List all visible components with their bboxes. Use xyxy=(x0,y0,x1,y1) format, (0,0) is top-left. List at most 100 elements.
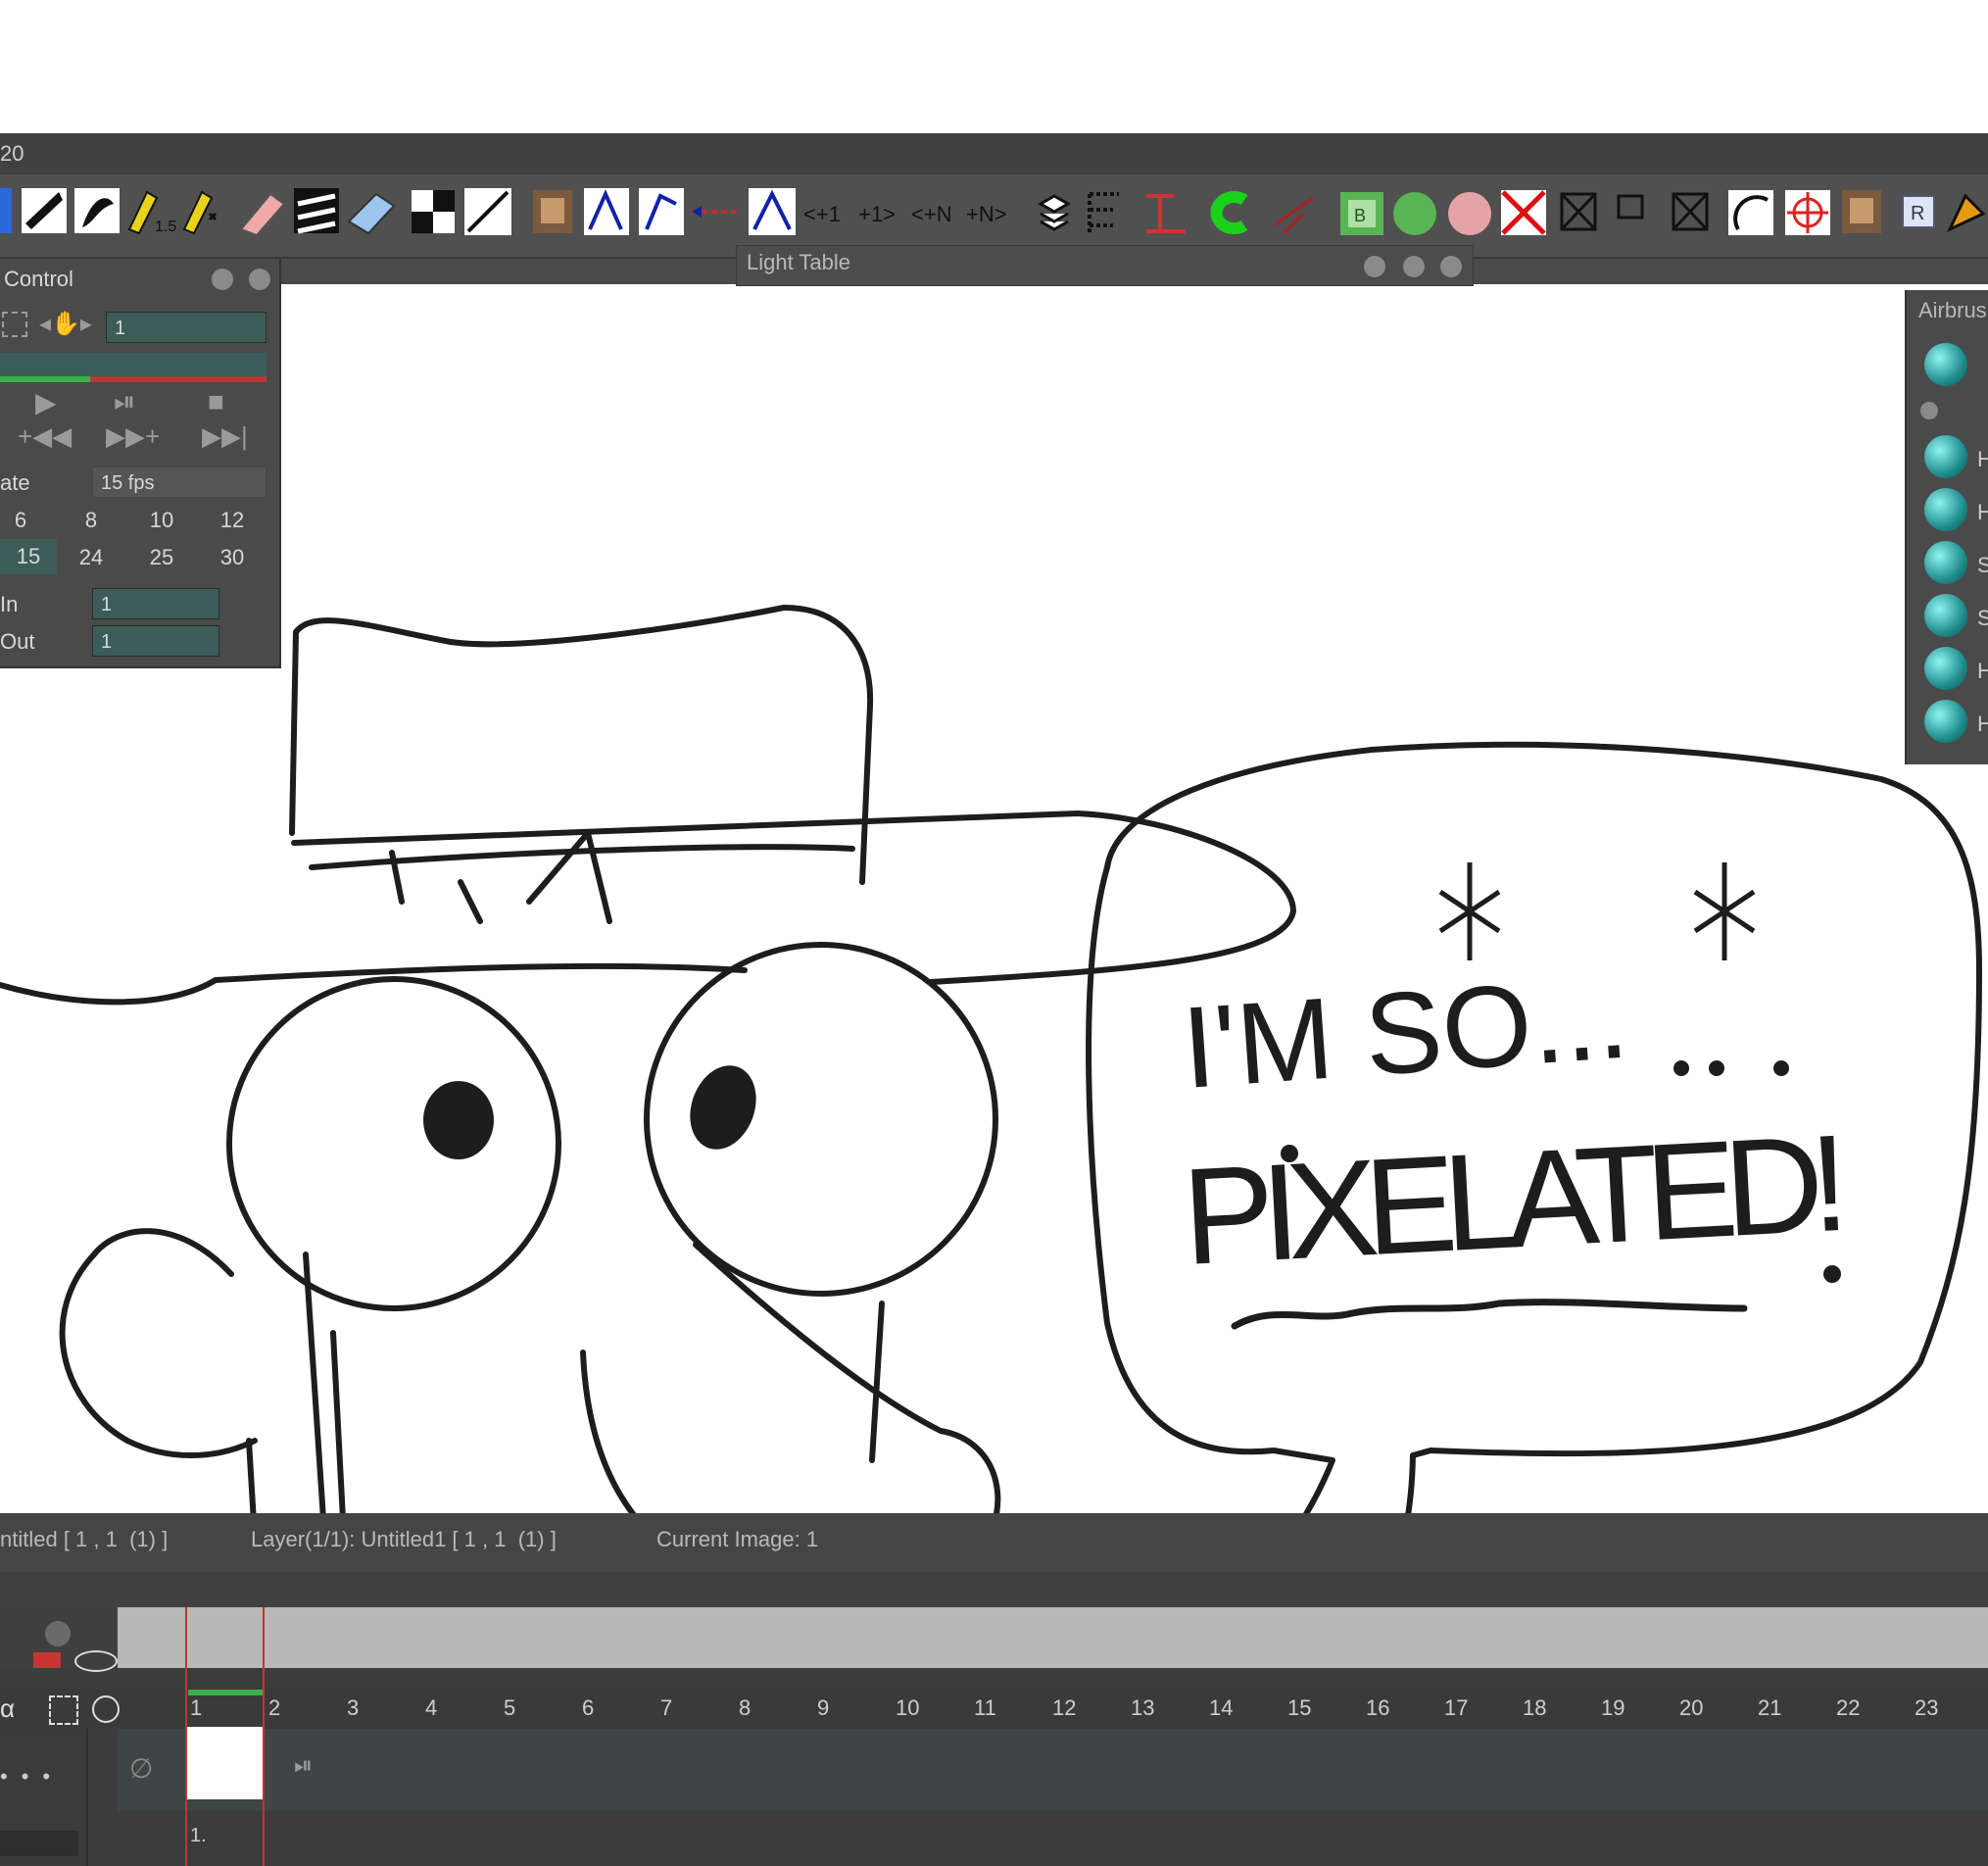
rate-30[interactable]: 30 xyxy=(208,545,257,570)
frame-number[interactable]: 3 xyxy=(347,1695,359,1721)
hand-scrub-icon[interactable]: ◂✋▸ xyxy=(39,310,92,338)
skip-end-button[interactable]: ▶▶| xyxy=(202,421,248,452)
drawing-canvas[interactable]: I'M SO... PIXELATED! xyxy=(0,284,1988,1513)
frame-number[interactable]: 15 xyxy=(1287,1695,1311,1721)
rotate-icon[interactable] xyxy=(1273,196,1314,235)
frame-number[interactable]: 10 xyxy=(896,1695,919,1721)
horse-icon[interactable] xyxy=(533,190,572,233)
frame-number[interactable]: 2 xyxy=(268,1695,280,1721)
frame-number[interactable]: 5 xyxy=(504,1695,515,1721)
frame-number[interactable]: 23 xyxy=(1915,1695,1938,1721)
x-box2-icon[interactable] xyxy=(1672,192,1709,231)
ink-pen-icon[interactable] xyxy=(22,188,67,233)
arrow-left-icon[interactable] xyxy=(584,188,629,235)
frame-number[interactable]: 4 xyxy=(425,1695,437,1721)
frame-number[interactable]: 7 xyxy=(660,1695,672,1721)
panel-close-icon[interactable] xyxy=(1440,256,1462,277)
play-button[interactable]: ▶ xyxy=(35,386,57,418)
more-icon[interactable]: ••• xyxy=(0,1764,64,1790)
tree-red-icon[interactable] xyxy=(1146,194,1186,233)
rate-8[interactable]: 8 xyxy=(67,508,116,533)
color-swatch-icon[interactable] xyxy=(0,188,12,233)
brush-preset-2[interactable] xyxy=(1924,488,1967,531)
alpha-icon[interactable]: α xyxy=(0,1694,15,1724)
green-c-icon[interactable] xyxy=(1210,191,1248,234)
arrow-red-icon[interactable] xyxy=(692,206,741,218)
pencil-star-icon[interactable] xyxy=(182,190,218,235)
control-close-icon[interactable] xyxy=(249,269,270,290)
fast-forward-button[interactable]: ▶▶+ xyxy=(106,421,160,452)
layers-icon[interactable] xyxy=(1037,194,1072,231)
eraser-pen-icon[interactable] xyxy=(239,192,286,237)
green-blob-icon[interactable] xyxy=(1393,192,1436,235)
brush-preset-6[interactable] xyxy=(1924,700,1967,743)
eraser-icon[interactable] xyxy=(347,192,396,235)
x-box-icon[interactable] xyxy=(1560,192,1597,231)
exposure-cell[interactable] xyxy=(186,1727,265,1799)
orange-icon[interactable] xyxy=(1946,193,1986,233)
pencil-icon[interactable]: 1.5 xyxy=(127,190,176,235)
fit-frame-icon[interactable] xyxy=(2,312,27,337)
prev-n-icon[interactable]: <+N xyxy=(911,202,952,226)
selection-icon[interactable] xyxy=(49,1695,78,1725)
rate-10[interactable]: 10 xyxy=(137,508,186,533)
in-field[interactable]: 1 xyxy=(92,588,219,619)
pink-blob-icon[interactable] xyxy=(1448,192,1491,235)
frame-number[interactable]: 20 xyxy=(1679,1695,1703,1721)
stop-button[interactable]: ■ xyxy=(208,386,224,417)
panel-minimize-icon[interactable] xyxy=(1403,256,1425,277)
target-icon[interactable] xyxy=(1785,190,1830,235)
stroke-icon[interactable] xyxy=(294,188,339,234)
next-n-icon[interactable]: +N> xyxy=(966,202,1007,226)
frame-number[interactable]: 1 xyxy=(190,1695,202,1721)
arc-icon[interactable] xyxy=(1728,190,1773,235)
brush-preset-1[interactable] xyxy=(1924,435,1967,478)
frame-number[interactable]: 13 xyxy=(1131,1695,1154,1721)
fps-dropdown[interactable]: 15 fps xyxy=(92,466,267,498)
brush-preset-3[interactable] xyxy=(1924,541,1967,584)
timeline-dropdown-icon[interactable] xyxy=(45,1621,71,1646)
light-table-panel-header[interactable]: Light Table xyxy=(736,245,1474,286)
rate-24[interactable]: 24 xyxy=(67,545,116,570)
frame-number[interactable]: 6 xyxy=(582,1695,594,1721)
frame-number[interactable]: 16 xyxy=(1366,1695,1389,1721)
rate-15[interactable]: 15 xyxy=(0,539,57,574)
arrow-icon[interactable] xyxy=(639,188,684,235)
tree-icon[interactable] xyxy=(1088,192,1119,233)
next-1-icon[interactable]: +1> xyxy=(858,202,896,226)
frame-number[interactable]: 19 xyxy=(1601,1695,1624,1721)
onion-skin-icon[interactable] xyxy=(74,1650,118,1672)
r-icon[interactable]: R xyxy=(1902,195,1935,228)
brush-icon[interactable] xyxy=(74,188,120,233)
prev-1-icon[interactable]: <+1 xyxy=(803,202,841,226)
timeline-scroll-area[interactable] xyxy=(118,1607,1988,1668)
frame-number[interactable]: 21 xyxy=(1758,1695,1781,1721)
frame-number[interactable]: 9 xyxy=(817,1695,829,1721)
collapse-icon[interactable] xyxy=(1920,402,1938,419)
rate-25[interactable]: 25 xyxy=(137,545,186,570)
rate-12[interactable]: 12 xyxy=(208,508,257,533)
hold-frame-icon[interactable]: ⏯ xyxy=(294,1752,313,1780)
line-icon[interactable] xyxy=(464,188,511,235)
frame-slider[interactable] xyxy=(0,353,267,382)
frame-icon[interactable] xyxy=(1617,194,1644,220)
frame-number[interactable]: 17 xyxy=(1444,1695,1468,1721)
arrow-right-icon[interactable] xyxy=(749,188,796,235)
layer-track[interactable]: ∅ ⏯ xyxy=(118,1729,1988,1811)
panel-options-icon[interactable] xyxy=(1364,256,1385,277)
frame-number[interactable]: 22 xyxy=(1836,1695,1860,1721)
control-options-icon[interactable] xyxy=(212,269,233,290)
x-red-icon[interactable] xyxy=(1501,190,1546,235)
b-box-icon[interactable]: B xyxy=(1340,192,1383,235)
timer-icon[interactable] xyxy=(92,1695,120,1723)
brush-preview[interactable] xyxy=(1924,343,1967,386)
checker-icon[interactable] xyxy=(412,190,455,233)
step-play-button[interactable]: ⏯ xyxy=(114,386,135,418)
frame-number[interactable]: 8 xyxy=(739,1695,751,1721)
frame-number[interactable]: 14 xyxy=(1209,1695,1233,1721)
rate-6[interactable]: 6 xyxy=(0,508,45,533)
out-field[interactable]: 1 xyxy=(92,625,219,657)
frame-field[interactable]: 1 xyxy=(106,312,267,343)
frame-number[interactable]: 11 xyxy=(974,1695,996,1721)
layer-opacity-slider[interactable] xyxy=(0,1831,78,1856)
